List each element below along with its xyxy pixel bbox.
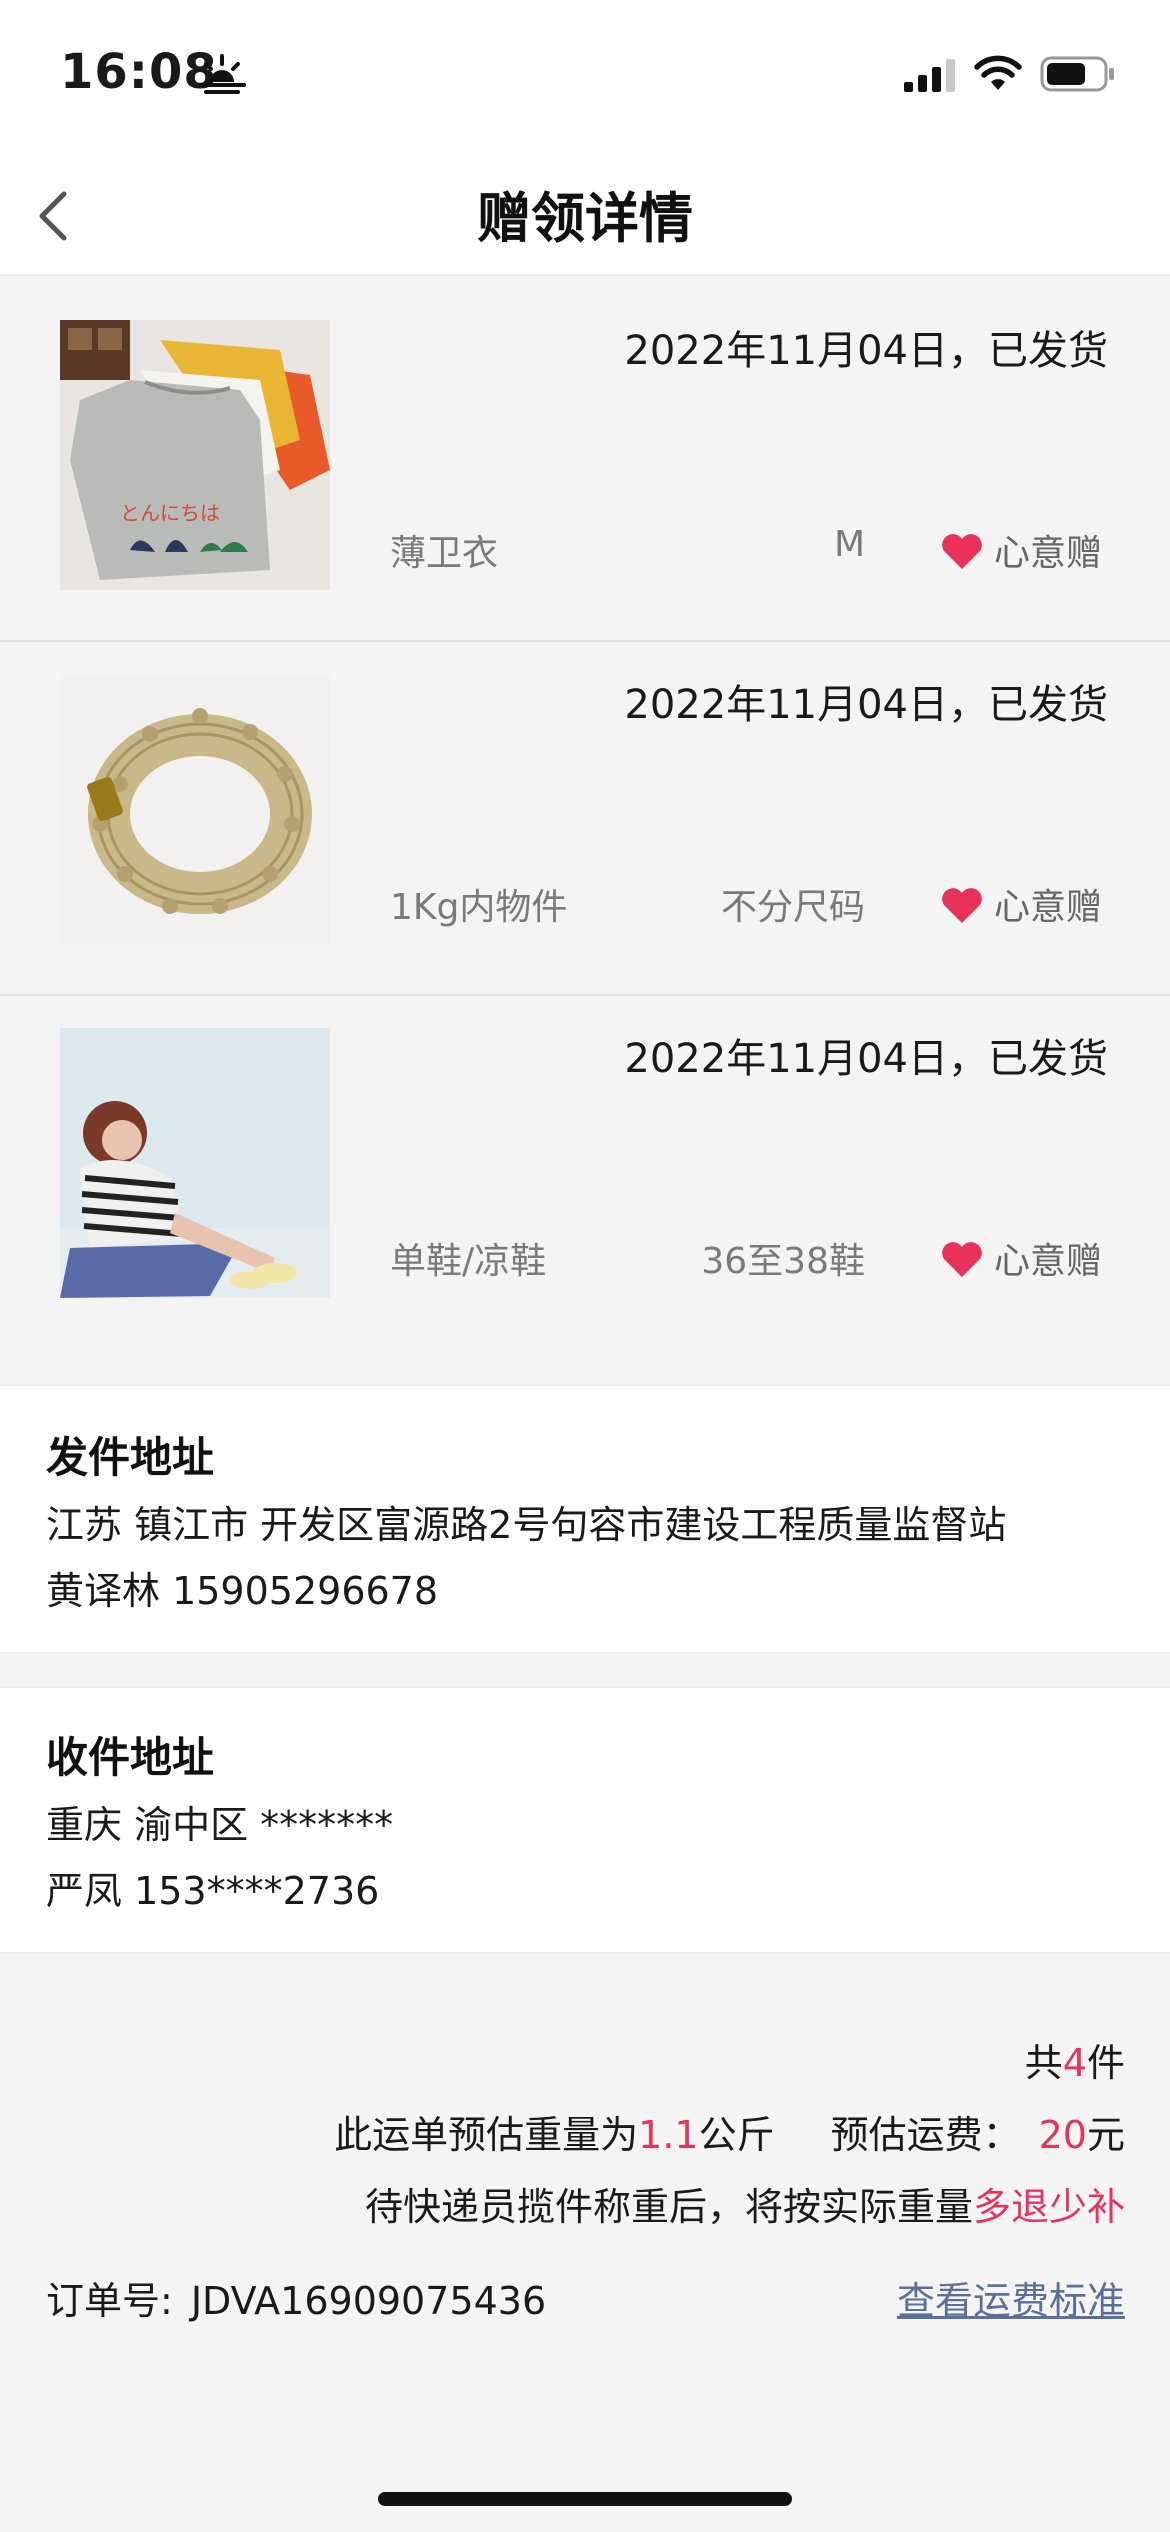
sender-address: 江苏 镇江市 开发区富源路2号句容市建设工程质量监督站 [46,1503,1007,1547]
cellular-signal-icon [904,59,955,92]
receiver-address: 重庆 渝中区 ******* [46,1803,394,1847]
item-image-shoes [60,1028,330,1298]
heart-icon [942,534,982,569]
item-image-sweatshirt: とんにちは [60,320,330,590]
heart-icon [942,1242,982,1277]
weight-value: 1.1 [638,2113,699,2157]
sender-address-card: 发件地址 江苏 镇江市 开发区富源路2号句容市建设工程质量监督站 黄译林 159… [0,1384,1170,1654]
weight-fee-line: 此运单预估重量为1.1公斤 预估运费： 20元 [334,2113,1125,2157]
status-time: 16:08 [60,44,218,100]
item-image-scrunchie [60,674,330,944]
refund-note: 待快递员揽件称重后，将按实际重量多退少补 [364,2185,1125,2229]
item-name: 1Kg内物件 [390,887,568,928]
svg-text:とんにちは: とんにちは [120,501,220,525]
home-indicator [378,2492,792,2506]
gift-tag: 心意赠 [940,878,1102,930]
item-date: 2022年11月04日，已发货 [624,1036,1108,1082]
view-fee-standard-link[interactable]: 查看运费标准 [897,2270,1125,2325]
gift-label: 心意赠 [993,1241,1102,1282]
page-title: 赠领详情 [477,187,693,250]
sender-contact: 黄译林 15905296678 [46,1569,439,1613]
receiver-address-card: 收件地址 重庆 渝中区 ******* 严凤 153****2736 [0,1686,1170,1954]
item-count-value: 4 [1062,2041,1087,2085]
battery-icon [1040,56,1114,92]
heart-icon [942,888,982,923]
item-size: M [833,524,865,565]
receiver-address-title: 收件地址 [46,1733,215,1782]
item-date: 2022年11月04日，已发货 [624,328,1108,374]
order-number-value: JDVA16909075436 [190,2279,547,2323]
item-row[interactable]: 2022年11月04日，已发货 单鞋/凉鞋 36至38鞋 心意赠 [0,996,1170,1350]
sunrise-icon [198,54,246,94]
fee-value: 20 [1038,2113,1087,2157]
item-name: 单鞋/凉鞋 [390,1241,547,1282]
item-count: 共4件 [1024,2041,1125,2085]
item-size: 不分尺码 [720,887,865,928]
gift-label: 心意赠 [993,887,1102,928]
receiver-contact: 严凤 153****2736 [46,1869,380,1913]
item-date: 2022年11月04日，已发货 [624,682,1108,728]
item-row[interactable]: とんにちは 2022年11月04日，已发货 薄卫衣 M 心意赠 [0,288,1170,642]
sender-address-title: 发件地址 [46,1433,215,1482]
item-size: 36至38鞋 [701,1241,865,1282]
gift-label: 心意赠 [993,533,1102,574]
order-number: 订单号: JDVA16909075436 [46,2279,547,2323]
nav-bar: 赠领详情 [0,150,1170,276]
status-bar: 16:08 [0,0,1170,150]
gift-tag: 心意赠 [940,1232,1102,1284]
item-name: 薄卫衣 [390,533,499,574]
wifi-icon [974,55,1022,90]
item-row[interactable]: 2022年11月04日，已发货 1Kg内物件 不分尺码 心意赠 [0,642,1170,996]
gift-tag: 心意赠 [940,524,1102,576]
refund-note-highlight: 多退少补 [972,2185,1125,2229]
